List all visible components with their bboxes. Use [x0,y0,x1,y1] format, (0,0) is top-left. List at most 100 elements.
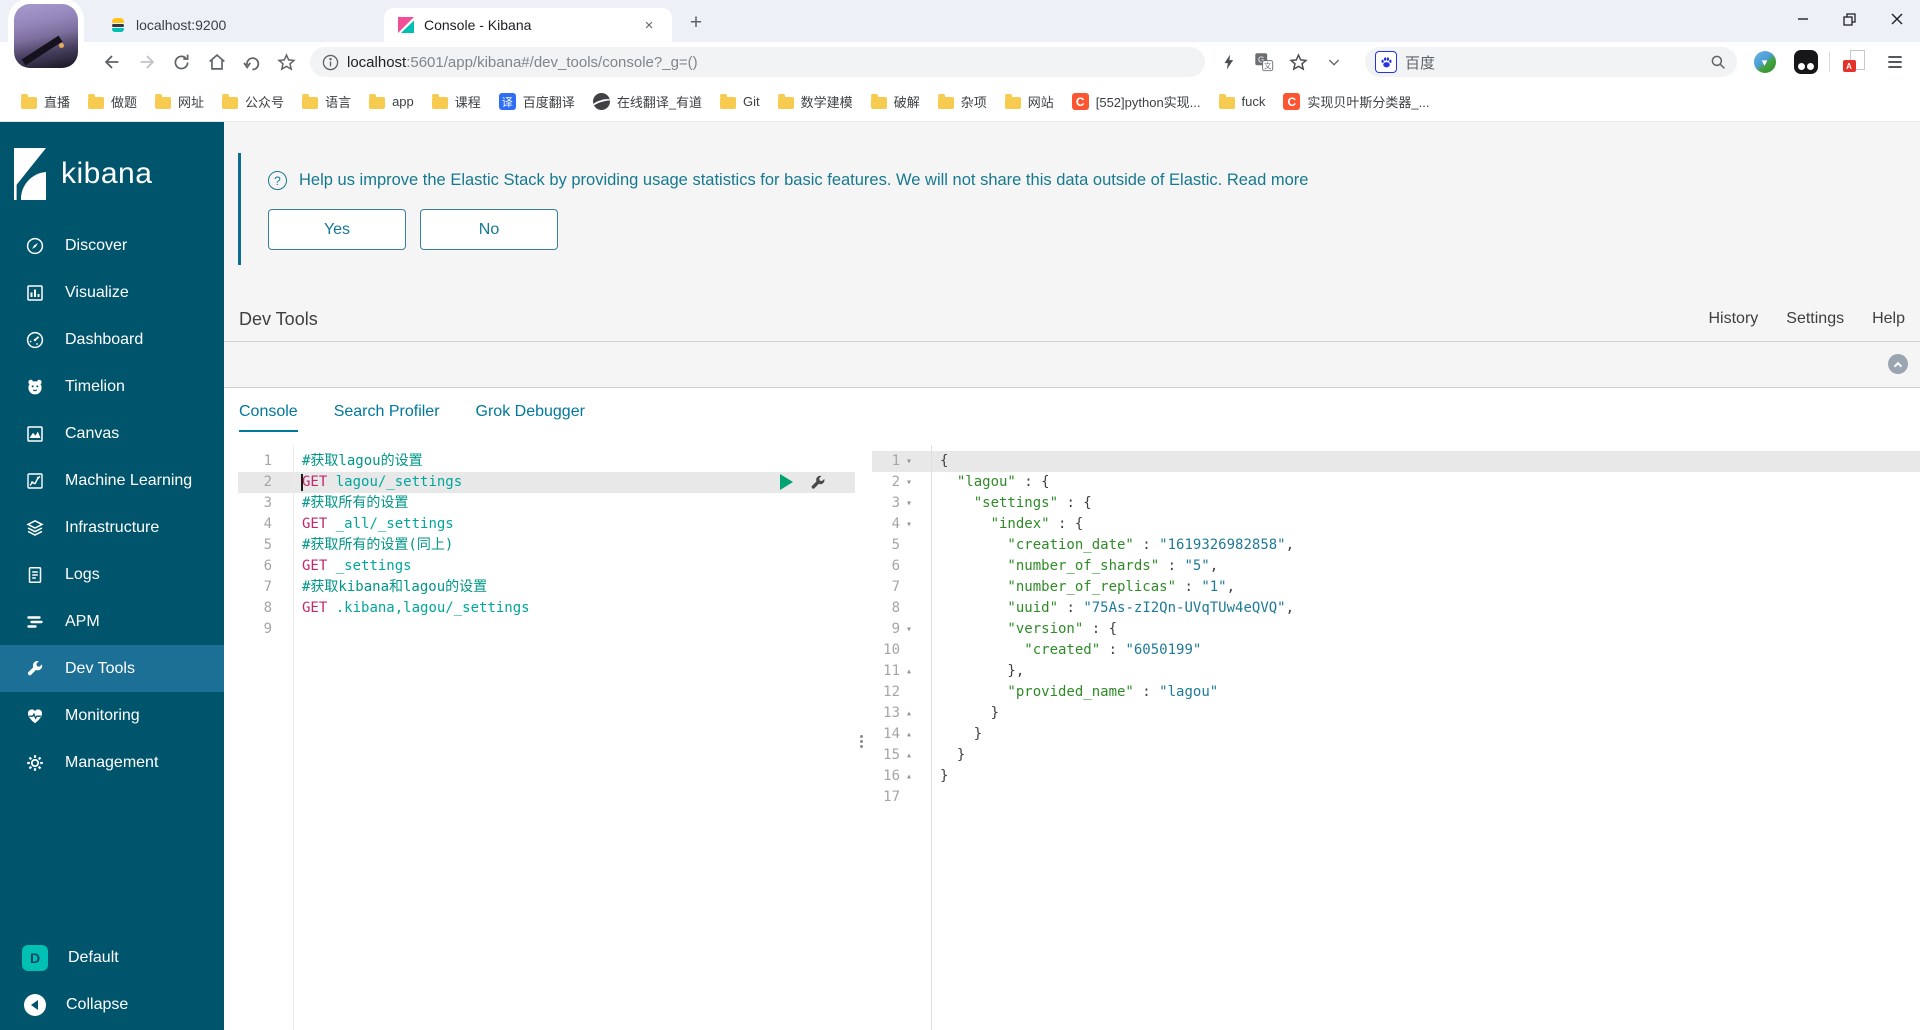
sidebar-item-dashboard[interactable]: Dashboard [0,316,224,363]
bookmark-item[interactable]: 语言 [293,89,360,115]
url-text[interactable]: localhost:5601/app/kibana#/dev_tools/con… [347,54,698,71]
search-icon[interactable] [1709,53,1727,71]
bookmark-item[interactable]: 在线翻译_有道 [584,89,711,115]
fold-down-icon[interactable]: ▾ [900,514,918,535]
tab-grok-debugger[interactable]: Grok Debugger [476,403,585,432]
sidebar-item-label: Infrastructure [65,518,160,536]
compass-icon [25,236,45,256]
lightning-extension-icon[interactable] [1211,45,1246,80]
fold-down-icon[interactable]: ▾ [900,493,918,514]
main-content: ? Help us improve the Elastic Stack by p… [224,122,1920,1030]
bookmark-item[interactable]: 数学建模 [769,89,862,115]
devtools-link-help[interactable]: Help [1872,310,1905,328]
tab-console[interactable]: Console [239,403,298,432]
bookmark-item[interactable]: 公众号 [213,89,293,115]
bookmark-item[interactable]: fuck [1210,89,1275,115]
bookmark-label: fuck [1241,94,1266,109]
forward-button[interactable] [129,45,164,80]
fold-up-icon[interactable]: ▴ [900,703,918,724]
sidebar-item-visualize[interactable]: Visualize [0,269,224,316]
bookmark-item[interactable]: app [360,89,423,115]
idm-extension-icon[interactable]: ▾ [1747,45,1782,80]
back-button[interactable] [94,45,129,80]
bookmark-item[interactable]: C [552]python实现... [1063,89,1210,115]
sidebar-item-logs[interactable]: Logs [0,551,224,598]
fold-up-icon[interactable]: ▴ [900,766,918,787]
sidebar-item-default[interactable]: D Default [0,934,224,981]
telemetry-no-button[interactable]: No [420,209,558,250]
line-number: 1 [263,453,272,469]
bookmark-item[interactable]: 做题 [79,89,146,115]
baidu-search-box[interactable]: 百度 [1365,47,1737,77]
fold-up-icon[interactable]: ▴ [900,661,918,682]
globe-icon [592,93,610,110]
sidebar-item-infrastructure[interactable]: Infrastructure [0,504,224,551]
tab-close-icon[interactable]: × [640,16,658,34]
folder-icon [720,93,737,109]
reload-button[interactable] [164,45,199,80]
sidebar-item-canvas[interactable]: Canvas [0,410,224,457]
translate-extension-icon[interactable]: G文 [1246,45,1281,80]
read-more-link[interactable]: Read more [1227,171,1309,189]
fold-down-icon[interactable]: ▾ [900,451,918,472]
new-tab-button[interactable]: + [682,9,710,37]
scroll-top-button[interactable] [1888,354,1908,374]
telemetry-yes-button[interactable]: Yes [268,209,406,250]
tab-kibana-console[interactable]: Console - Kibana × [384,8,672,42]
sidebar-item-machine-learning[interactable]: Machine Learning [0,457,224,504]
tab-elasticsearch[interactable]: localhost:9200 [96,8,384,42]
fold-up-icon[interactable]: ▴ [900,724,918,745]
bookmark-item[interactable]: Git [711,89,769,115]
bookmark-star-button[interactable] [269,45,304,80]
ml-icon [25,471,45,491]
bookmark-item[interactable]: 网站 [996,89,1063,115]
dark-extension-icon[interactable] [1788,45,1823,80]
kibana-logo[interactable]: kibana [0,122,224,222]
sidebar-item-management[interactable]: Management [0,739,224,786]
request-editor[interactable]: 1 2 3 4 5 6 7 8 9 #获取lagou的设置 GET lagou/_settings… [238,445,855,1030]
tab-search-profiler[interactable]: Search Profiler [334,403,440,432]
bookmark-item[interactable]: C 实现贝叶斯分类器_... [1274,89,1438,115]
sidebar-item-monitoring[interactable]: Monitoring [0,692,224,739]
bookmark-item[interactable]: 网址 [146,89,213,115]
devtools-link-settings[interactable]: Settings [1786,310,1844,328]
line-number: 8 [263,600,272,616]
sidebar-item-discover[interactable]: Discover [0,222,224,269]
favorites-star-icon[interactable] [1281,45,1316,80]
close-button[interactable] [1873,0,1920,38]
chevron-down-icon[interactable] [1316,45,1351,80]
editor-code[interactable]: #获取lagou的设置 GET lagou/_settings #获取所有的设置 GE… [294,451,855,640]
fold-down-icon[interactable]: ▾ [900,619,918,640]
mouse-gesture-icon[interactable] [234,45,269,80]
restore-button[interactable] [1826,0,1873,38]
kibana-logo-icon [14,148,46,200]
devtools-link-history[interactable]: History [1709,310,1759,328]
page-info-icon[interactable] [322,54,339,71]
profile-avatar[interactable] [14,4,78,68]
bookmark-item[interactable]: 译百度翻译 [490,89,584,115]
pdf-extension-icon[interactable]: A [1836,45,1871,80]
sidebar-item-collapse[interactable]: Collapse [0,981,224,1028]
bookmark-item[interactable]: 直播 [12,89,79,115]
gutter-line: 1 ▾ [872,451,918,472]
bookmark-label: Git [743,94,760,109]
bookmark-item[interactable]: 课程 [423,89,490,115]
pane-resizer[interactable] [855,445,872,1030]
gutter-line: 4 [238,514,272,535]
bookmark-item[interactable]: 破解 [862,89,929,115]
address-bar[interactable]: localhost:5601/app/kibana#/dev_tools/con… [310,47,1205,77]
request-options-wrench-icon[interactable] [809,474,827,492]
fold-down-icon[interactable]: ▾ [900,472,918,493]
sidebar-item-apm[interactable]: APM [0,598,224,645]
menu-button[interactable] [1877,45,1912,80]
sidebar-item-timelion[interactable]: Timelion [0,363,224,410]
csdn-icon: C [1071,93,1089,110]
sidebar-item-dev-tools[interactable]: Dev Tools [0,645,224,692]
response-viewer[interactable]: 1 ▾ 2 ▾ 3 ▾ 4 ▾ 5 6 7 8 9 ▾ 10 11 ▴ 12 13 ▴ 14 ▴ 15 ▴ 16 ▴ 17 { "l… [872,445,1920,1030]
minimize-button[interactable] [1779,0,1826,38]
fold-up-icon[interactable]: ▴ [900,745,918,766]
home-button[interactable] [199,45,234,80]
bookmark-item[interactable]: 杂项 [929,89,996,115]
send-request-button[interactable] [780,474,793,490]
